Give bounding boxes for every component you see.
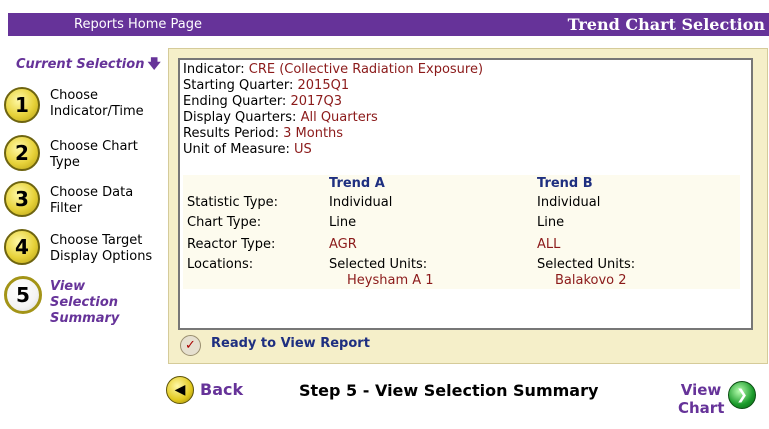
- reactor-type-b: ALL: [537, 237, 561, 252]
- header-bar: Reports Home Page Trend Chart Selection: [8, 13, 769, 36]
- statistic-type-b: Individual: [537, 195, 601, 210]
- results-period-value: 3 Months: [283, 126, 344, 141]
- step-5-label: View Selection Summary: [50, 279, 120, 326]
- checkmark-icon: ✓: [180, 335, 201, 356]
- current-selection-heading: Current Selection 🡇: [16, 55, 161, 77]
- sidebar-step-1[interactable]: 1 Choose Indicator/Time: [4, 87, 164, 127]
- results-period-label: Results Period:: [183, 126, 279, 141]
- arrow-down-icon: 🡇: [147, 57, 161, 72]
- arrow-right-icon: ❯: [728, 381, 756, 409]
- chart-type-b: Line: [537, 215, 565, 230]
- units-a: Heysham A 1: [347, 273, 434, 288]
- indicator-value: CRE (Collective Radiation Exposure): [248, 62, 484, 77]
- ending-quarter-value: 2017Q3: [290, 94, 343, 109]
- selection-info: Indicator: CRE (Collective Radiation Exp…: [183, 62, 483, 158]
- arrow-left-icon: ◀: [166, 376, 194, 404]
- statistic-type-label: Statistic Type:: [187, 195, 279, 210]
- reports-home-link[interactable]: Reports Home Page: [74, 17, 202, 32]
- step-2-icon: 2: [4, 135, 40, 171]
- step-3-label: Choose Data Filter: [50, 185, 134, 216]
- locations-b: Selected Units:: [537, 257, 636, 272]
- chart-type-a: Line: [329, 215, 357, 230]
- step-4-label: Choose Target Display Options: [50, 233, 153, 264]
- locations-label: Locations:: [187, 257, 254, 272]
- sidebar-step-4[interactable]: 4 Choose Target Display Options: [4, 229, 164, 269]
- chart-type-label: Chart Type:: [187, 215, 262, 230]
- step-3-icon: 3: [4, 181, 40, 217]
- starting-quarter-value: 2015Q1: [297, 78, 350, 93]
- indicator-row: Indicator: CRE (Collective Radiation Exp…: [183, 62, 483, 78]
- trend-a-header: Trend A: [329, 176, 385, 191]
- sidebar-step-3[interactable]: 3 Choose Data Filter: [4, 181, 164, 221]
- view-chart-label: View Chart: [678, 381, 725, 417]
- step-1-icon: 1: [4, 87, 40, 123]
- indicator-label: Indicator:: [183, 62, 245, 77]
- summary-box: Indicator: CRE (Collective Radiation Exp…: [178, 58, 753, 330]
- unit-of-measure-label: Unit of Measure:: [183, 142, 290, 157]
- current-selection-label: Current Selection: [16, 57, 145, 72]
- ready-status-text: Ready to View Report: [211, 336, 370, 351]
- step-4-icon: 4: [4, 229, 40, 265]
- locations-a: Selected Units:: [329, 257, 428, 272]
- starting-quarter-row: Starting Quarter: 2015Q1: [183, 78, 483, 94]
- display-quarters-label: Display Quarters:: [183, 110, 297, 125]
- sidebar-step-5: 5 View Selection Summary: [4, 276, 164, 328]
- display-quarters-value: All Quarters: [300, 110, 378, 125]
- step-1-label: Choose Indicator/Time: [50, 88, 144, 119]
- ending-quarter-label: Ending Quarter:: [183, 94, 287, 109]
- back-label: Back: [200, 380, 244, 399]
- unit-of-measure-row: Unit of Measure: US: [183, 142, 483, 158]
- view-chart-button[interactable]: View Chart ❯: [678, 381, 762, 421]
- results-period-row: Results Period: 3 Months: [183, 126, 483, 142]
- trend-table: Trend A Trend B Statistic Type: Individu…: [183, 175, 740, 289]
- step-5-icon: 5: [4, 276, 42, 314]
- reactor-type-label: Reactor Type:: [187, 237, 276, 252]
- ending-quarter-row: Ending Quarter: 2017Q3: [183, 94, 483, 110]
- sidebar-step-2[interactable]: 2 Choose Chart Type: [4, 135, 164, 175]
- step-title: Step 5 - View Selection Summary: [299, 381, 599, 400]
- unit-of-measure-value: US: [294, 142, 312, 157]
- reactor-type-a: AGR: [329, 237, 357, 252]
- trend-b-header: Trend B: [537, 176, 593, 191]
- step-2-label: Choose Chart Type: [50, 139, 138, 170]
- starting-quarter-label: Starting Quarter:: [183, 78, 294, 93]
- statistic-type-a: Individual: [329, 195, 393, 210]
- display-quarters-row: Display Quarters: All Quarters: [183, 110, 483, 126]
- page-title: Trend Chart Selection: [567, 15, 765, 34]
- units-b: Balakovo 2: [555, 273, 627, 288]
